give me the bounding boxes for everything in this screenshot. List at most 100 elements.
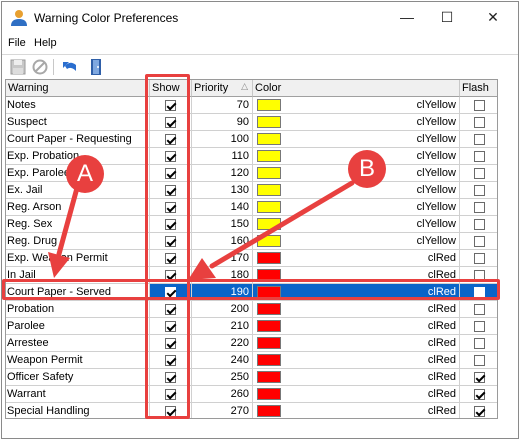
color-cell[interactable]: clYellow xyxy=(253,182,460,199)
table-row[interactable]: Reg. Arson 140 clYellow xyxy=(6,199,497,216)
column-header-show[interactable]: Show xyxy=(150,80,192,97)
table-row[interactable]: Exp. Probation 110 clYellow xyxy=(6,148,497,165)
color-cell[interactable]: clRed xyxy=(253,301,460,318)
color-cell[interactable]: clYellow xyxy=(253,199,460,216)
color-cell[interactable]: clRed xyxy=(253,335,460,352)
table-row[interactable]: Probation 200 clRed xyxy=(6,301,497,318)
column-header-warning[interactable]: Warning xyxy=(6,80,150,97)
color-cell[interactable]: clRed xyxy=(253,352,460,369)
color-cell[interactable]: clYellow xyxy=(253,131,460,148)
flash-checkbox[interactable] xyxy=(474,219,485,230)
warning-name-cell[interactable]: Ex. Jail xyxy=(6,182,150,199)
table-row[interactable]: Reg. Sex 150 clYellow xyxy=(6,216,497,233)
show-checkbox[interactable] xyxy=(165,168,176,179)
color-cell[interactable]: clRed xyxy=(253,403,460,418)
warning-name-cell[interactable]: In Jail xyxy=(6,267,150,284)
maximize-button[interactable]: ☐ xyxy=(430,5,464,29)
priority-cell[interactable]: 70 xyxy=(192,97,253,114)
close-button[interactable]: ✕ xyxy=(476,5,510,29)
flash-checkbox[interactable] xyxy=(474,304,485,315)
show-checkbox[interactable] xyxy=(165,202,176,213)
priority-cell[interactable]: 160 xyxy=(192,233,253,250)
show-checkbox[interactable] xyxy=(165,100,176,111)
priority-cell[interactable]: 90 xyxy=(192,114,253,131)
warning-name-cell[interactable]: Probation xyxy=(6,301,150,318)
show-checkbox[interactable] xyxy=(165,134,176,145)
flash-checkbox[interactable] xyxy=(474,168,485,179)
color-cell[interactable]: clYellow xyxy=(253,148,460,165)
menu-help[interactable]: Help xyxy=(34,37,57,49)
priority-cell[interactable]: 200 xyxy=(192,301,253,318)
warning-name-cell[interactable]: Warrant xyxy=(6,386,150,403)
color-cell[interactable]: clYellow xyxy=(253,114,460,131)
table-row[interactable]: Exp. Weapon Permit 170 clRed xyxy=(6,250,497,267)
undo-icon[interactable] xyxy=(60,57,80,77)
table-row[interactable]: Ex. Jail 130 clYellow xyxy=(6,182,497,199)
show-checkbox[interactable] xyxy=(165,304,176,315)
warning-name-cell[interactable]: Court Paper - Served xyxy=(6,284,150,301)
cancel-icon[interactable] xyxy=(30,57,50,77)
priority-cell[interactable]: 250 xyxy=(192,369,253,386)
table-row[interactable]: Court Paper - Served 190 clRed xyxy=(6,284,497,301)
flash-checkbox[interactable] xyxy=(474,338,485,349)
table-row[interactable]: In Jail 180 clRed xyxy=(6,267,497,284)
table-row[interactable]: Weapon Permit 240 clRed xyxy=(6,352,497,369)
show-checkbox[interactable] xyxy=(165,287,176,298)
priority-cell[interactable]: 150 xyxy=(192,216,253,233)
color-cell[interactable]: clRed xyxy=(253,318,460,335)
color-cell[interactable]: clYellow xyxy=(253,216,460,233)
flash-checkbox[interactable] xyxy=(474,236,485,247)
warning-name-cell[interactable]: Arrestee xyxy=(6,335,150,352)
priority-cell[interactable]: 190 xyxy=(192,284,253,301)
flash-checkbox[interactable] xyxy=(474,134,485,145)
color-cell[interactable]: clYellow xyxy=(253,165,460,182)
priority-cell[interactable]: 260 xyxy=(192,386,253,403)
flash-checkbox[interactable] xyxy=(474,389,485,400)
show-checkbox[interactable] xyxy=(165,117,176,128)
flash-checkbox[interactable] xyxy=(474,406,485,417)
flash-checkbox[interactable] xyxy=(474,151,485,162)
table-row[interactable]: Warrant 260 clRed xyxy=(6,386,497,403)
exit-door-icon[interactable] xyxy=(86,57,106,77)
warning-name-cell[interactable]: Reg. Sex xyxy=(6,216,150,233)
priority-cell[interactable]: 120 xyxy=(192,165,253,182)
show-checkbox[interactable] xyxy=(165,151,176,162)
save-icon[interactable] xyxy=(8,57,28,77)
priority-cell[interactable]: 180 xyxy=(192,267,253,284)
color-cell[interactable]: clRed xyxy=(253,386,460,403)
color-cell[interactable]: clRed xyxy=(253,284,460,301)
priority-cell[interactable]: 140 xyxy=(192,199,253,216)
show-checkbox[interactable] xyxy=(165,372,176,383)
show-checkbox[interactable] xyxy=(165,406,176,417)
table-row[interactable]: Court Paper - Requesting 100 clYellow xyxy=(6,131,497,148)
flash-checkbox[interactable] xyxy=(474,355,485,366)
warning-name-cell[interactable]: Notes xyxy=(6,97,150,114)
menu-file[interactable]: File xyxy=(8,37,26,49)
flash-checkbox[interactable] xyxy=(474,287,485,298)
priority-cell[interactable]: 240 xyxy=(192,352,253,369)
flash-checkbox[interactable] xyxy=(474,185,485,196)
warning-name-cell[interactable]: Officer Safety xyxy=(6,369,150,386)
table-row[interactable]: Exp. Parolee 120 clYellow xyxy=(6,165,497,182)
color-cell[interactable]: clYellow xyxy=(253,97,460,114)
warning-name-cell[interactable]: Reg. Drug xyxy=(6,233,150,250)
table-row[interactable]: Officer Safety 250 clRed xyxy=(6,369,497,386)
warning-name-cell[interactable]: Parolee xyxy=(6,318,150,335)
column-header-color[interactable]: Color xyxy=(253,80,460,97)
show-checkbox[interactable] xyxy=(165,270,176,281)
priority-cell[interactable]: 130 xyxy=(192,182,253,199)
column-header-priority[interactable]: Priority △ xyxy=(192,80,253,97)
warning-name-cell[interactable]: Court Paper - Requesting xyxy=(6,131,150,148)
table-row[interactable]: Arrestee 220 clRed xyxy=(6,335,497,352)
show-checkbox[interactable] xyxy=(165,185,176,196)
show-checkbox[interactable] xyxy=(165,355,176,366)
priority-cell[interactable]: 220 xyxy=(192,335,253,352)
table-row[interactable]: Notes 70 clYellow xyxy=(6,97,497,114)
warning-name-cell[interactable]: Exp. Parolee xyxy=(6,165,150,182)
column-header-flash[interactable]: Flash xyxy=(460,80,497,97)
priority-cell[interactable]: 210 xyxy=(192,318,253,335)
priority-cell[interactable]: 110 xyxy=(192,148,253,165)
color-cell[interactable]: clRed xyxy=(253,369,460,386)
table-row[interactable]: Reg. Drug 160 clYellow xyxy=(6,233,497,250)
flash-checkbox[interactable] xyxy=(474,117,485,128)
